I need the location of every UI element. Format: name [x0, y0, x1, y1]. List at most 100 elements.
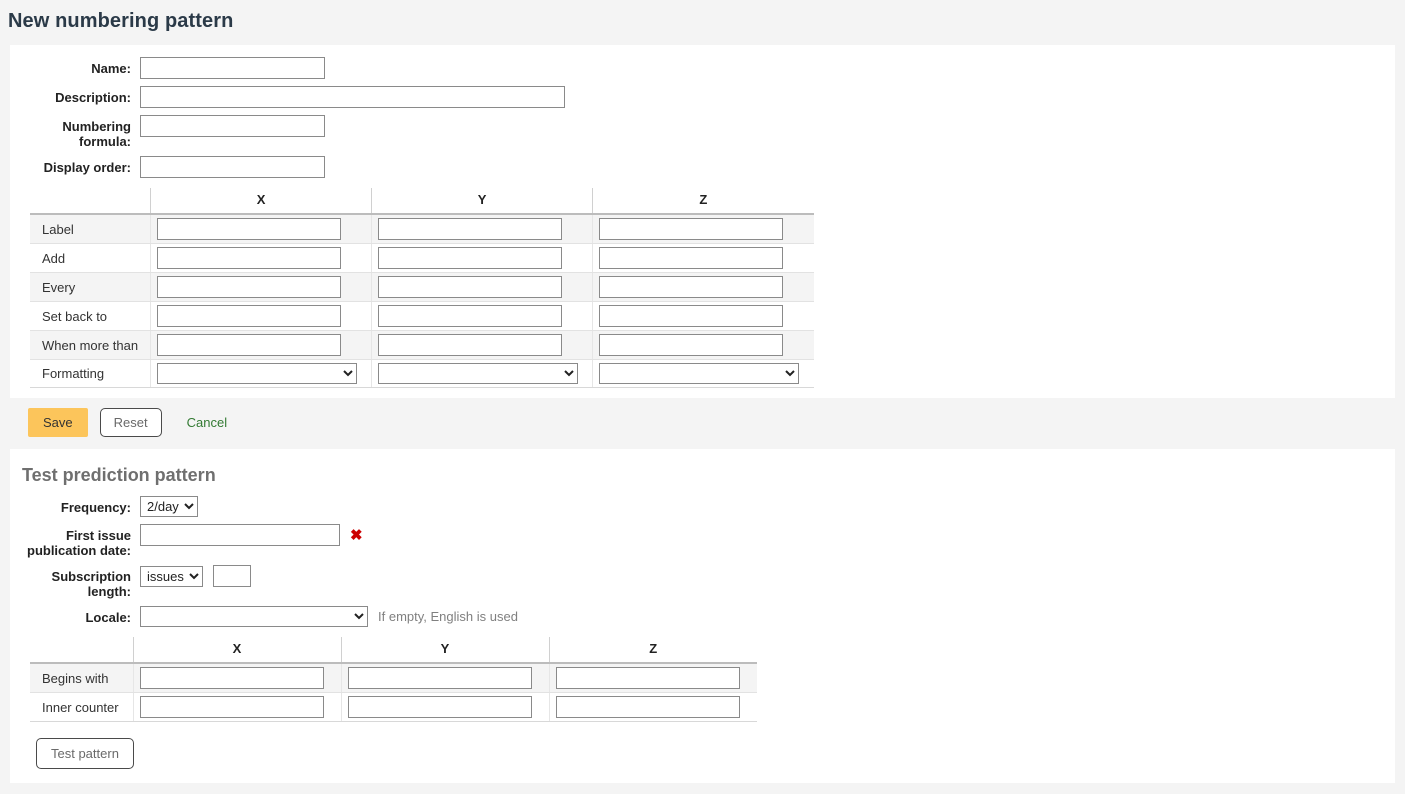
name-label: Name: — [91, 61, 131, 76]
form-row-numbering-formula: Numbering formula: — [10, 115, 1395, 149]
whenmore-z-input[interactable] — [599, 334, 784, 356]
display-order-field-wrap — [140, 156, 325, 178]
numbering-formula-input[interactable] — [140, 115, 325, 137]
cancel-link[interactable]: Cancel — [187, 415, 227, 430]
form-row-display-order: Display order: — [10, 156, 1395, 178]
row-label-every: Every — [30, 272, 151, 302]
every-y-input[interactable] — [378, 276, 563, 298]
table-row: When more than — [30, 330, 814, 360]
cell-begins-y — [340, 663, 549, 693]
table-row: Formatting — [30, 359, 814, 388]
description-input[interactable] — [140, 86, 565, 108]
form-actions: Save Reset Cancel — [10, 408, 1395, 437]
form-row-locale: Locale: If empty, English is used — [10, 606, 1395, 627]
label-z-input[interactable] — [599, 218, 784, 240]
label-y-input[interactable] — [378, 218, 563, 240]
description-field-wrap — [140, 86, 565, 108]
numbering-formula-field-wrap — [140, 115, 325, 137]
first-issue-date-input[interactable] — [140, 524, 340, 546]
frequency-field-wrap: 2/day — [140, 496, 198, 517]
inner-z-input[interactable] — [555, 696, 740, 718]
table-row: Set back to — [30, 301, 814, 331]
row-label-set-back-to: Set back to — [30, 301, 151, 331]
cell-setback-z — [592, 301, 814, 331]
cell-inner-x — [132, 692, 341, 722]
formatting-y-select[interactable] — [378, 363, 579, 384]
cell-formatting-y — [371, 359, 593, 388]
begins-y-input[interactable] — [347, 667, 532, 689]
row-label-inner-counter: Inner counter — [30, 692, 133, 722]
test-pattern-button[interactable]: Test pattern — [36, 738, 134, 769]
form-row-description: Description: — [10, 86, 1395, 108]
subscription-length-field-wrap: issues — [140, 565, 251, 587]
setback-x-input[interactable] — [157, 305, 342, 327]
name-input[interactable] — [140, 57, 325, 79]
cell-whenmore-z — [592, 330, 814, 360]
row-label-when-more-than: When more than — [30, 330, 151, 360]
cell-inner-y — [340, 692, 549, 722]
table-row: Every — [30, 272, 814, 302]
reset-button[interactable]: Reset — [99, 408, 162, 437]
first-issue-date-field-wrap: ✖ — [140, 524, 363, 546]
cell-label-x — [150, 214, 372, 244]
page-title: New numbering pattern — [8, 10, 234, 32]
locale-select[interactable] — [140, 606, 368, 627]
test-header-z: Z — [548, 637, 757, 664]
begins-z-input[interactable] — [555, 667, 740, 689]
setback-y-input[interactable] — [378, 305, 563, 327]
add-z-input[interactable] — [599, 247, 784, 269]
row-label-add: Add — [30, 243, 151, 273]
cell-add-y — [371, 243, 593, 273]
subscription-unit-select[interactable]: issues — [140, 565, 203, 587]
frequency-select[interactable]: 2/day — [140, 496, 198, 517]
cell-label-z — [592, 214, 814, 244]
whenmore-y-input[interactable] — [378, 334, 563, 356]
display-order-input[interactable] — [140, 156, 325, 178]
cell-setback-y — [371, 301, 593, 331]
test-header-y: Y — [340, 637, 549, 664]
formatting-z-select[interactable] — [599, 363, 800, 384]
test-pattern-table: X Y Z Begins with Inner counter — [30, 637, 757, 722]
page-root: New numbering pattern Name: Description:… — [0, 0, 1405, 794]
pattern-header-corner — [30, 188, 151, 215]
add-x-input[interactable] — [157, 247, 342, 269]
cell-begins-z — [548, 663, 757, 693]
form-row-name: Name: — [10, 57, 1395, 79]
pattern-table-head: X Y Z — [30, 188, 814, 215]
inner-x-input[interactable] — [139, 696, 324, 718]
table-row: Label — [30, 214, 814, 244]
subscription-length-label: Subscription length: — [51, 569, 131, 599]
pattern-header-y: Y — [371, 188, 593, 215]
table-row: Add — [30, 243, 814, 273]
cell-label-y — [371, 214, 593, 244]
test-pattern-header-row: X Y Z — [30, 637, 757, 664]
table-row: Begins with — [30, 663, 757, 693]
label-x-input[interactable] — [157, 218, 342, 240]
row-label-formatting: Formatting — [30, 359, 151, 388]
setback-z-input[interactable] — [599, 305, 784, 327]
inner-y-input[interactable] — [347, 696, 532, 718]
formatting-x-select[interactable] — [157, 363, 358, 384]
cell-every-z — [592, 272, 814, 302]
pattern-header-x: X — [150, 188, 372, 215]
every-x-input[interactable] — [157, 276, 342, 298]
subscription-amount-input[interactable] — [213, 565, 251, 587]
save-button[interactable]: Save — [28, 408, 88, 437]
description-label: Description: — [55, 90, 131, 105]
row-label-label: Label — [30, 214, 151, 244]
pattern-header-z: Z — [592, 188, 814, 215]
begins-x-input[interactable] — [139, 667, 324, 689]
test-prediction-panel: Test prediction pattern Frequency: 2/day… — [10, 449, 1395, 783]
required-x-icon: ✖ — [350, 526, 363, 544]
table-row: Inner counter — [30, 692, 757, 722]
form-row-frequency: Frequency: 2/day — [10, 496, 1395, 517]
cell-formatting-x — [150, 359, 372, 388]
every-z-input[interactable] — [599, 276, 784, 298]
whenmore-x-input[interactable] — [157, 334, 342, 356]
cell-whenmore-y — [371, 330, 593, 360]
add-y-input[interactable] — [378, 247, 563, 269]
cell-formatting-z — [592, 359, 814, 388]
test-header-corner — [30, 637, 133, 664]
locale-field-wrap: If empty, English is used — [140, 606, 518, 627]
pattern-table-header-row: X Y Z — [30, 188, 814, 215]
